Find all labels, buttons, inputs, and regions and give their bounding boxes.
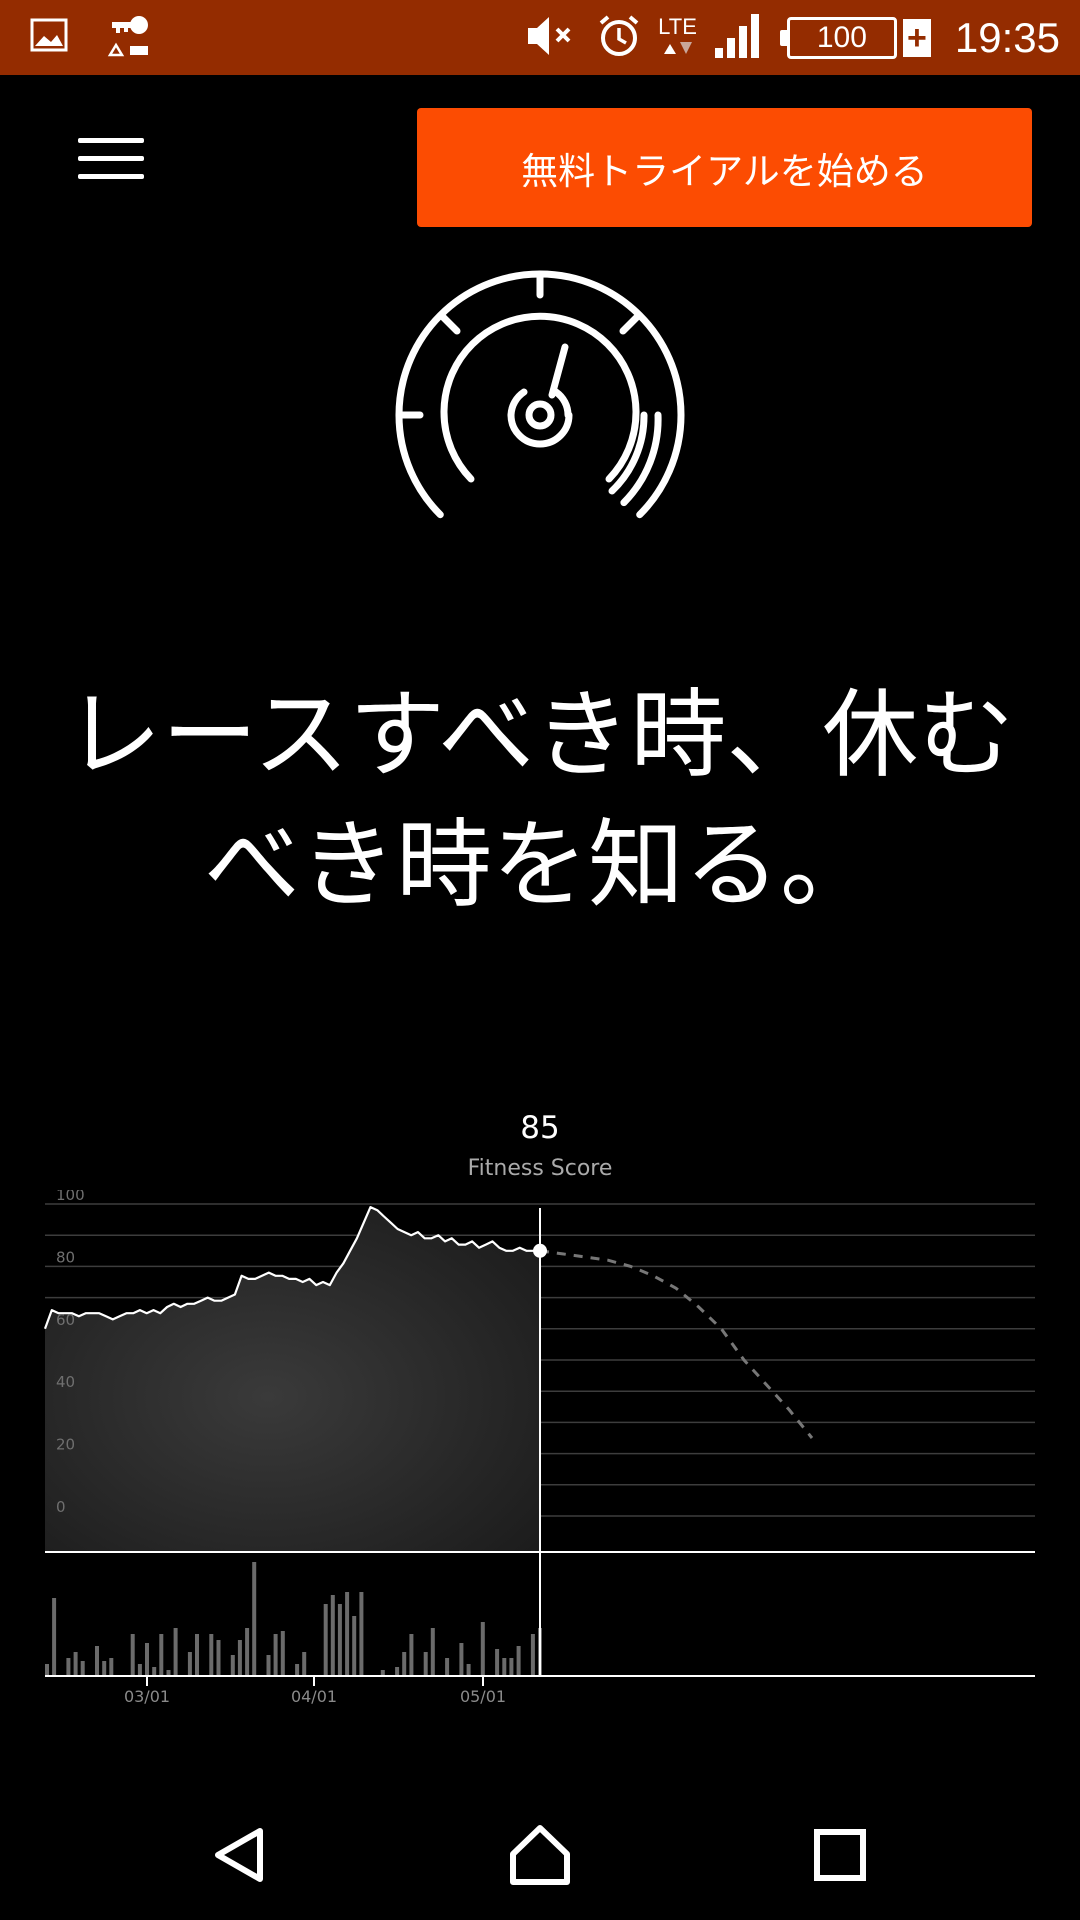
activity-bar bbox=[352, 1616, 357, 1676]
battery-level: 100 bbox=[816, 21, 867, 54]
activity-bar bbox=[73, 1652, 78, 1676]
activity-bar bbox=[237, 1640, 242, 1676]
signal-icon bbox=[713, 12, 765, 64]
image-icon bbox=[30, 18, 68, 56]
status-bar: LTE 100 + 19:35 bbox=[0, 0, 1080, 75]
activity-bar bbox=[423, 1652, 428, 1676]
activity-bar bbox=[345, 1592, 350, 1676]
mute-icon bbox=[524, 13, 580, 63]
home-button[interactable] bbox=[495, 1810, 585, 1900]
vpn-key-icon bbox=[106, 13, 152, 61]
activity-bar bbox=[295, 1664, 300, 1676]
recents-square-icon bbox=[814, 1829, 866, 1881]
activity-bar bbox=[509, 1658, 514, 1676]
activity-bar bbox=[337, 1604, 342, 1676]
y-tick-label: 60 bbox=[56, 1311, 75, 1329]
headline-line-1: レースすべき時、休む bbox=[65, 679, 1015, 791]
activity-bar bbox=[273, 1634, 278, 1676]
network-type-label: LTE bbox=[658, 14, 697, 39]
activity-bar bbox=[159, 1634, 164, 1676]
activity-bar bbox=[480, 1622, 485, 1676]
recents-button[interactable] bbox=[795, 1810, 885, 1900]
activity-bar bbox=[252, 1562, 257, 1676]
activity-bar bbox=[530, 1634, 535, 1676]
start-free-trial-button[interactable]: 無料トライアルを始める bbox=[417, 108, 1032, 227]
navigation-bar bbox=[0, 1790, 1080, 1920]
hamburger-menu-icon bbox=[78, 156, 144, 161]
activity-bar bbox=[195, 1634, 199, 1676]
activity-bar bbox=[495, 1649, 500, 1676]
battery-icon: 100 bbox=[779, 17, 897, 59]
activity-bar bbox=[209, 1634, 214, 1676]
activity-bar bbox=[359, 1592, 364, 1676]
activity-bar bbox=[145, 1643, 149, 1676]
activity-bar bbox=[323, 1604, 328, 1676]
fitness-score-label: Fitness Score bbox=[467, 1156, 613, 1181]
y-tick-label: 20 bbox=[56, 1436, 75, 1454]
activity-bar bbox=[137, 1664, 142, 1676]
current-marker bbox=[533, 1243, 547, 1258]
activity-bar bbox=[395, 1667, 400, 1676]
fitness-area bbox=[45, 1207, 540, 1552]
back-triangle-icon bbox=[215, 1828, 263, 1882]
activity-bar bbox=[173, 1628, 178, 1676]
projection-line bbox=[539, 1249, 814, 1439]
x-tick-label: 04/01 bbox=[291, 1687, 337, 1706]
activity-bar bbox=[66, 1658, 71, 1676]
activity-bars bbox=[45, 1562, 542, 1676]
lte-icon: LTE bbox=[658, 16, 697, 60]
activity-bar bbox=[466, 1664, 471, 1676]
y-tick-label: 40 bbox=[56, 1373, 75, 1391]
home-icon bbox=[510, 1825, 570, 1885]
activity-bar bbox=[80, 1661, 85, 1676]
alarm-icon bbox=[596, 13, 642, 63]
y-tick-label: 100 bbox=[56, 1190, 85, 1204]
fitness-score-value: 85 bbox=[520, 1110, 560, 1146]
status-clock: 19:35 bbox=[954, 14, 1060, 61]
activity-bar bbox=[187, 1652, 192, 1676]
x-tick-label: 05/01 bbox=[460, 1687, 506, 1706]
x-tick-label: 03/01 bbox=[124, 1687, 170, 1706]
activity-bar bbox=[302, 1652, 307, 1676]
back-button[interactable] bbox=[195, 1810, 285, 1900]
activity-bar bbox=[216, 1640, 221, 1676]
menu-button[interactable] bbox=[78, 134, 148, 182]
fitness-chart[interactable]: 100 80 60 40 20 0 03/01 04/01 05/01 bbox=[0, 1186, 1080, 1730]
activity-bar bbox=[245, 1628, 250, 1676]
activity-bar bbox=[330, 1595, 335, 1676]
activity-bar bbox=[45, 1664, 49, 1676]
y-tick-label: 80 bbox=[56, 1248, 75, 1266]
activity-bar bbox=[409, 1634, 414, 1676]
headline-line-2: べき時を知る。 bbox=[204, 809, 876, 921]
activity-bar bbox=[109, 1658, 114, 1676]
hamburger-menu-icon bbox=[78, 138, 144, 143]
speedometer-icon bbox=[380, 255, 700, 535]
hamburger-menu-icon bbox=[78, 174, 144, 179]
activity-bar bbox=[266, 1655, 271, 1676]
chart-area bbox=[43, 1206, 814, 1552]
activity-bar bbox=[402, 1652, 407, 1676]
activity-bar bbox=[152, 1667, 157, 1676]
activity-bar bbox=[102, 1661, 107, 1676]
activity-bar bbox=[459, 1643, 464, 1676]
activity-bar bbox=[130, 1634, 135, 1676]
charging-icon: + bbox=[902, 19, 931, 57]
activity-bar bbox=[230, 1655, 235, 1676]
activity-bar bbox=[430, 1628, 435, 1676]
activity-bar bbox=[280, 1631, 285, 1676]
y-tick-label: 0 bbox=[56, 1498, 66, 1516]
x-axis-labels: 03/01 04/01 05/01 bbox=[124, 1676, 506, 1706]
activity-bar bbox=[516, 1646, 521, 1676]
activity-bar bbox=[445, 1658, 450, 1676]
headline: レースすべき時、休む べき時を知る。 bbox=[40, 670, 1040, 930]
activity-bar bbox=[52, 1598, 57, 1676]
activity-bar bbox=[95, 1646, 99, 1676]
current-value-dot bbox=[533, 1243, 547, 1258]
activity-bar bbox=[502, 1658, 507, 1676]
